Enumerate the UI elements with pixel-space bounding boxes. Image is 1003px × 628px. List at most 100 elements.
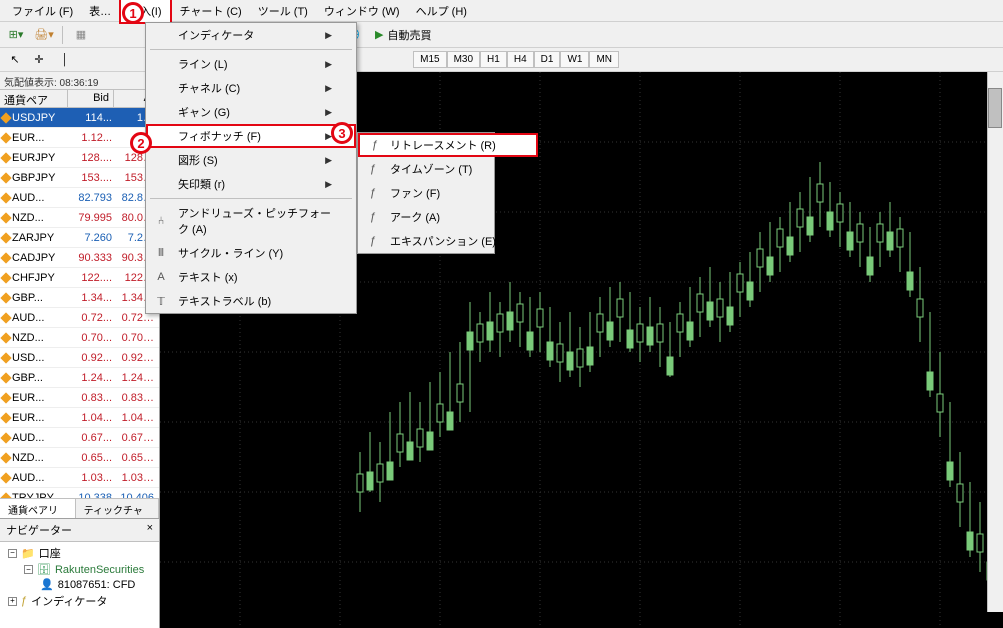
market-watch-row[interactable]: NZD...0.65...0.65…: [0, 448, 159, 468]
menu-item[interactable]: 矢印類 (r)▶: [146, 172, 356, 196]
badge-2: 2: [130, 132, 152, 154]
submenu-item[interactable]: ƒタイムゾーン (T): [358, 157, 538, 181]
diamond-icon: [0, 312, 11, 323]
tree-account-num[interactable]: 👤81087651: CFD: [4, 577, 155, 592]
col-symbol[interactable]: 通貨ペア: [0, 90, 68, 107]
diamond-icon: [0, 432, 11, 443]
menu-tools[interactable]: ツール (T): [250, 0, 316, 22]
menu-chart[interactable]: チャート (C): [172, 0, 250, 22]
bid-value: 1.03...: [68, 472, 114, 484]
menu-view[interactable]: 表…: [81, 0, 119, 22]
submenu-label: ファン (F): [390, 185, 440, 201]
tab-tick-chart[interactable]: ティックチャート: [76, 499, 159, 518]
ask-value: 1.04…: [114, 412, 156, 424]
fibo-icon: ƒ: [364, 235, 382, 247]
market-watch-row[interactable]: ZARJPY7.2607.2…: [0, 228, 159, 248]
menu-item[interactable]: チャネル (C)▶: [146, 76, 356, 100]
ask-value: 0.67…: [114, 432, 156, 444]
chart-scrollbar[interactable]: [987, 72, 1003, 612]
menu-item[interactable]: ⑃アンドリューズ・ピッチフォーク (A): [146, 201, 356, 241]
tf-h1[interactable]: H1: [480, 51, 507, 68]
market-watch-row[interactable]: AUD...0.67...0.67…: [0, 428, 159, 448]
menu-label: 矢印類 (r): [178, 176, 225, 192]
market-watch-row[interactable]: GBP...1.24...1.24…: [0, 368, 159, 388]
close-icon[interactable]: ×: [147, 522, 153, 538]
tf-h4[interactable]: H4: [507, 51, 534, 68]
menu-help[interactable]: ヘルプ (H): [408, 0, 475, 22]
ask-value: 0.65…: [114, 452, 156, 464]
market-watch-row[interactable]: GBP...1.34...1.34…: [0, 288, 159, 308]
menu-item[interactable]: フィボナッチ (F)▶: [146, 124, 356, 148]
collapse-icon[interactable]: −: [24, 565, 33, 574]
menu-label: サイクル・ライン (Y): [178, 245, 283, 261]
menu-item[interactable]: インディケータ ▶: [146, 23, 356, 47]
bid-value: 90.333: [68, 252, 114, 264]
market-watch-row[interactable]: NZD...0.70...0.70…: [0, 328, 159, 348]
fibo-icon: ƒ: [364, 187, 382, 199]
symbol-label: NZD...: [12, 332, 44, 344]
menu-item[interactable]: 𝕋テキストラベル (b): [146, 289, 356, 313]
market-watch-row[interactable]: AUD... 1.03...1.03…: [0, 468, 159, 488]
tree-account[interactable]: −📁口座: [4, 544, 155, 562]
market-watch-row[interactable]: NZD...79.99580.0…: [0, 208, 159, 228]
collapse-icon[interactable]: −: [8, 549, 17, 558]
menu-label: インディケータ: [178, 27, 254, 43]
menu-item[interactable]: 𝍫サイクル・ライン (Y): [146, 241, 356, 265]
menu-file[interactable]: ファイル (F): [4, 0, 81, 22]
tf-d1[interactable]: D1: [534, 51, 561, 68]
submenu-arrow-icon: ▶: [325, 30, 332, 41]
diamond-icon: [0, 152, 11, 163]
person-icon: 👤: [40, 578, 54, 591]
menu-item[interactable]: ギャン (G)▶: [146, 100, 356, 124]
symbol-label: CHFJPY: [12, 272, 55, 284]
market-watch-row[interactable]: CHFJPY122....122…: [0, 268, 159, 288]
market-watch-row[interactable]: USD...0.92...0.92…: [0, 348, 159, 368]
market-watch-toggle[interactable]: ▦: [69, 25, 93, 45]
tab-pair-list[interactable]: 通貨ペアリスト: [0, 499, 76, 518]
market-watch-row[interactable]: AUD...82.79382.8…: [0, 188, 159, 208]
expand-icon[interactable]: +: [8, 597, 17, 606]
tree-rakuten[interactable]: −🗄RakutenSecurities: [4, 562, 155, 577]
submenu-item[interactable]: ƒエキスパンション (E): [358, 229, 538, 253]
menu-item[interactable]: Aテキスト (x): [146, 265, 356, 289]
col-bid[interactable]: Bid: [68, 90, 114, 107]
submenu-item[interactable]: ƒリトレースメント (R): [358, 133, 538, 157]
diamond-icon: [0, 492, 11, 498]
ask-value: 1.03…: [114, 472, 156, 484]
market-watch-header: 通貨ペア Bid A: [0, 90, 159, 108]
market-watch-row[interactable]: AUD...0.72...0.72…: [0, 308, 159, 328]
symbol-label: EUR...: [12, 132, 44, 144]
symbol-label: AUD...: [12, 472, 44, 484]
profiles-button[interactable]: 🖨▾: [32, 25, 56, 45]
menu-item[interactable]: ライン (L)▶: [146, 52, 356, 76]
menu-item[interactable]: 図形 (S)▶: [146, 148, 356, 172]
submenu-item[interactable]: ƒ ファン (F): [358, 181, 538, 205]
symbol-label: GBP...: [12, 292, 43, 304]
vline-icon: │: [62, 54, 69, 66]
cursor-tool[interactable]: ↖: [4, 50, 26, 70]
diamond-icon: [0, 212, 11, 223]
tf-m30[interactable]: M30: [447, 51, 480, 68]
new-chart-button[interactable]: ⊞▾: [4, 25, 28, 45]
scrollbar-thumb[interactable]: [988, 88, 1002, 128]
diamond-icon: [0, 112, 11, 123]
crosshair-tool[interactable]: ✛: [28, 50, 50, 70]
symbol-label: USD...: [12, 352, 44, 364]
tf-mn[interactable]: MN: [589, 51, 619, 68]
tf-w1[interactable]: W1: [560, 51, 589, 68]
cursor-icon: ↖: [10, 53, 19, 66]
market-watch-row[interactable]: CADJPY90.33390.3…: [0, 248, 159, 268]
tf-m15[interactable]: M15: [413, 51, 446, 68]
market-watch-row[interactable]: GBPJPY153....153…: [0, 168, 159, 188]
list-icon: ▦: [76, 28, 86, 41]
sidebar: 気配値表示: 08:36:19 通貨ペア Bid A USDJPY114...1…: [0, 72, 160, 628]
vline-tool[interactable]: │: [54, 50, 76, 70]
menu-window[interactable]: ウィンドウ (W): [316, 0, 408, 22]
submenu-item[interactable]: ƒアーク (A): [358, 205, 538, 229]
market-watch-row[interactable]: EUR...1.04...1.04…: [0, 408, 159, 428]
auto-trade-button[interactable]: ▶ 自動売買: [369, 25, 437, 45]
tree-indicators[interactable]: +ƒインディケータ: [4, 592, 155, 610]
market-watch-row[interactable]: USDJPY114...1…: [0, 108, 159, 128]
market-watch-row[interactable]: TRYJPY10.33810.406: [0, 488, 159, 498]
market-watch-row[interactable]: EUR...0.83...0.83…: [0, 388, 159, 408]
